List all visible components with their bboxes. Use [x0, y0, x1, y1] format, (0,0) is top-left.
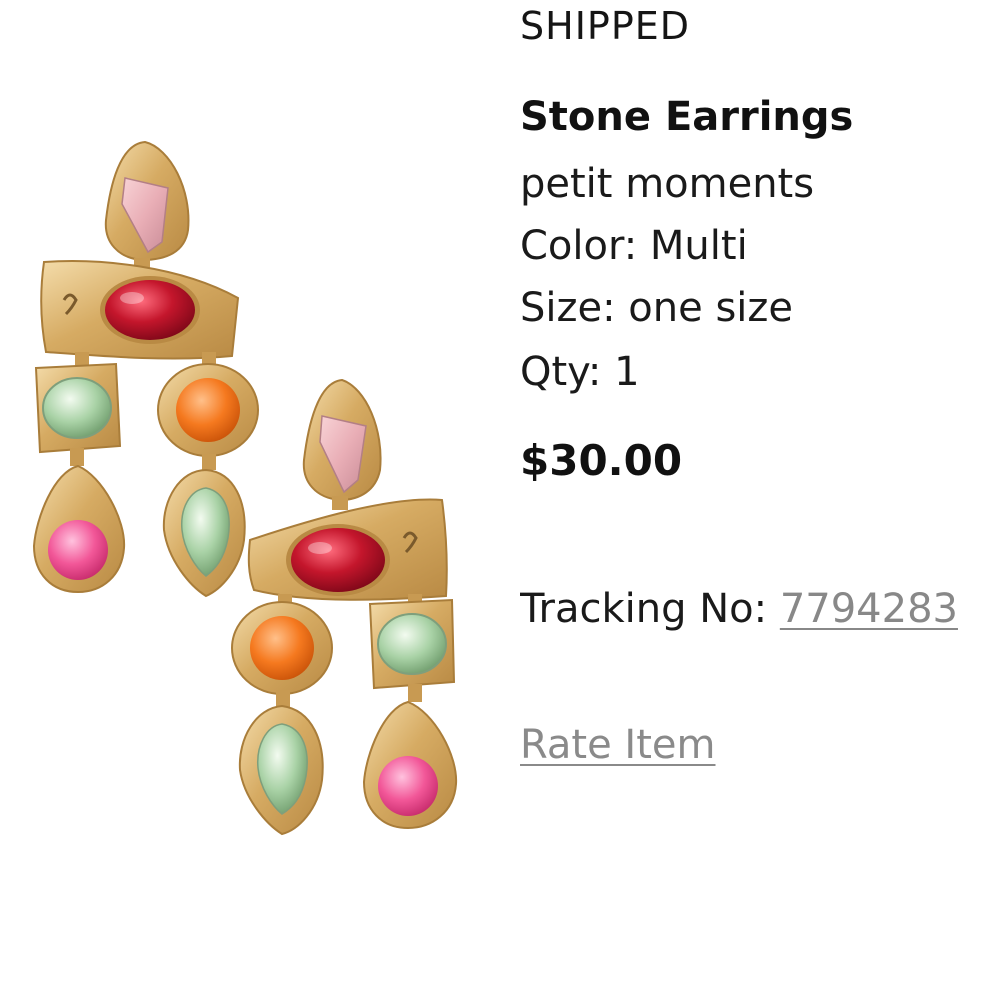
product-size: Size: one size	[520, 285, 794, 331]
rate-item-link[interactable]: Rate Item	[520, 722, 716, 768]
product-quantity: Qty: 1	[520, 349, 640, 395]
earring-left	[32, 140, 259, 598]
product-image[interactable]	[20, 130, 490, 840]
tracking-label: Tracking No:	[520, 586, 768, 632]
earring-right	[231, 378, 458, 836]
product-price: $30.00	[520, 436, 683, 485]
product-name[interactable]: Stone Earrings	[520, 94, 853, 140]
product-brand: petit moments	[520, 161, 815, 207]
tracking-row: Tracking No: 7794283	[520, 586, 958, 632]
tracking-number-link[interactable]: 7794283	[780, 586, 958, 632]
shipment-status: SHIPPED	[520, 4, 691, 48]
product-color: Color: Multi	[520, 223, 748, 269]
order-item-details: SHIPPED Stone Earrings petit moments Col…	[520, 0, 1000, 1000]
